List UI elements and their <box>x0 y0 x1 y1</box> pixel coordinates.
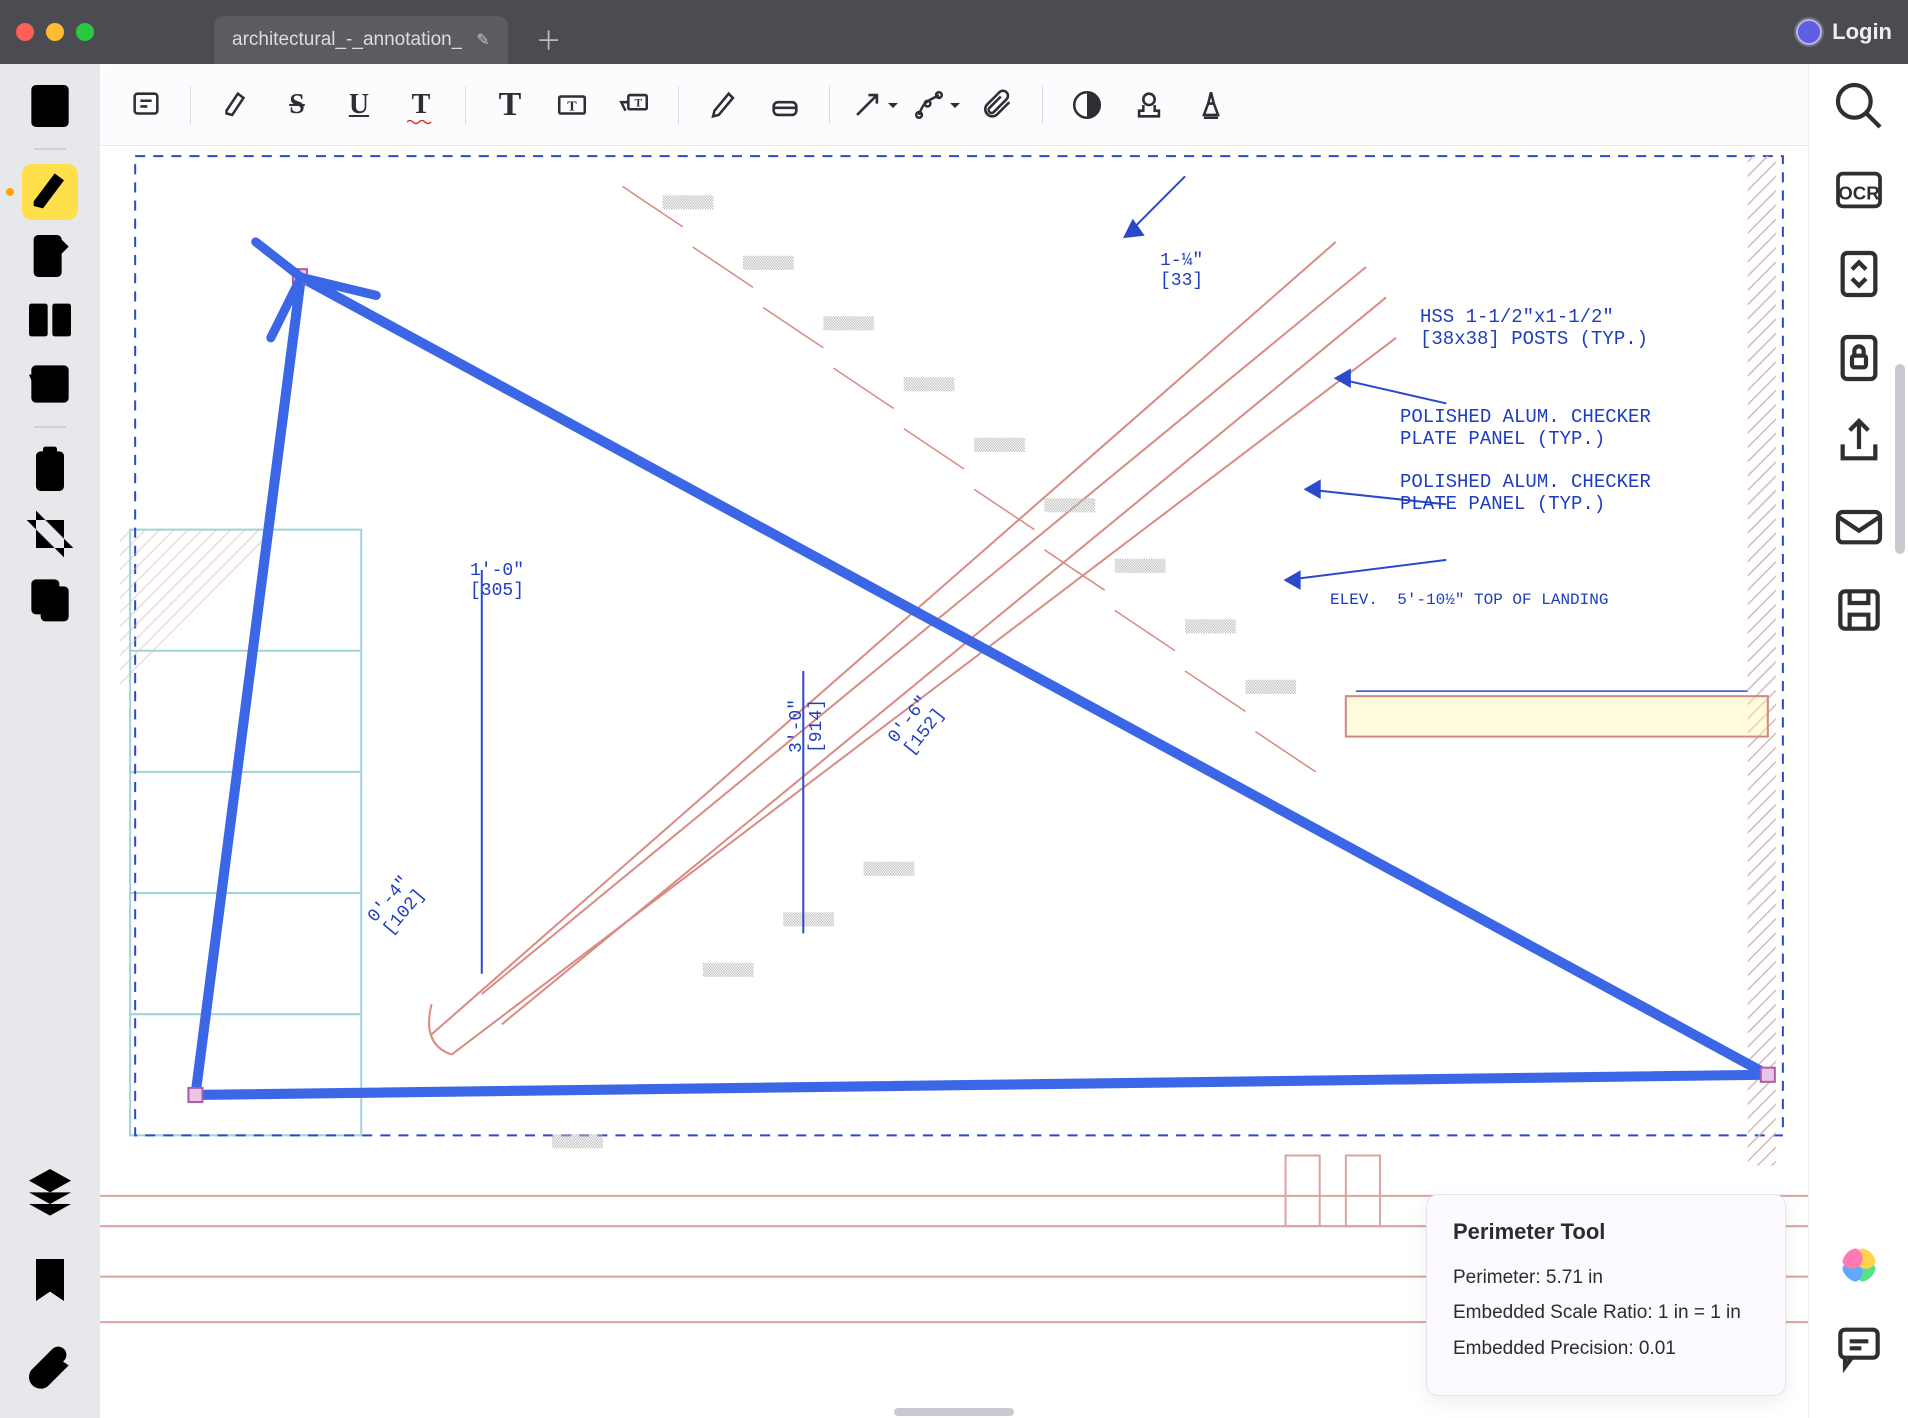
comment-panel-icon[interactable] <box>1831 1318 1887 1374</box>
search-icon[interactable] <box>1831 78 1887 134</box>
strikethrough-icon[interactable]: S <box>269 77 325 133</box>
edit-notes-icon[interactable] <box>22 228 78 284</box>
password-icon[interactable] <box>1831 330 1887 386</box>
annotation-toolbar: S U T T T T <box>100 64 1808 146</box>
login-button[interactable]: Login <box>1796 19 1892 45</box>
user-avatar-icon <box>1796 19 1822 45</box>
save-icon[interactable] <box>1831 582 1887 638</box>
scale-label: Embedded Scale Ratio: <box>1453 1302 1653 1323</box>
precision-label: Embedded Precision: <box>1453 1338 1634 1359</box>
brand-logo[interactable] <box>1842 1248 1876 1282</box>
svg-text:▒▒▒▒▒▒▒: ▒▒▒▒▒▒▒ <box>974 437 1026 452</box>
pen-icon[interactable] <box>695 77 751 133</box>
rail-separator <box>34 148 66 150</box>
stamp-icon[interactable] <box>1121 77 1177 133</box>
svg-text:▒▒▒▒▒▒▒: ▒▒▒▒▒▒▒ <box>1044 497 1096 512</box>
svg-text:▒▒▒▒▒▒▒: ▒▒▒▒▒▒▒ <box>552 1133 604 1148</box>
zoom-window-button[interactable] <box>76 23 94 41</box>
panel-title: Perimeter Tool <box>1453 1219 1759 1245</box>
rail-separator <box>34 426 66 428</box>
squiggly-icon[interactable]: T <box>393 77 449 133</box>
svg-text:▒▒▒▒▒▒▒: ▒▒▒▒▒▒▒ <box>904 376 956 391</box>
ocr-icon[interactable]: OCR <box>1831 162 1887 218</box>
scale-value: 1 in = 1 in <box>1658 1302 1741 1323</box>
titlebar: architectural_-_annotation_ ✎ ＋ Login <box>0 0 1908 64</box>
precision-value: 0.01 <box>1639 1338 1676 1359</box>
crop-icon[interactable] <box>22 506 78 562</box>
svg-text:▒▒▒▒▒▒▒: ▒▒▒▒▒▒▒ <box>663 195 715 210</box>
compare-icon[interactable] <box>22 292 78 348</box>
document-tab[interactable]: architectural_-_annotation_ ✎ <box>214 16 508 64</box>
callout-text-icon[interactable]: T <box>606 77 662 133</box>
elevation-label: ELEV. 5'-10½" TOP OF LANDING <box>1330 591 1608 609</box>
vertical-scrollbar[interactable] <box>1895 364 1905 554</box>
dimension-label: 1'-0" [305] <box>470 561 524 601</box>
document-tab-title: architectural_-_annotation_ <box>232 29 462 51</box>
shape-tool-icon[interactable] <box>908 77 964 133</box>
attach-file-icon[interactable] <box>970 77 1026 133</box>
note-label: POLISHED ALUM. CHECKER PLATE PANEL (TYP.… <box>1400 471 1651 515</box>
layers-icon[interactable] <box>22 1162 78 1218</box>
attachment-icon[interactable] <box>22 1342 78 1398</box>
window-controls <box>16 23 94 41</box>
svg-text:▒▒▒▒▒▒▒: ▒▒▒▒▒▒▒ <box>743 255 795 270</box>
svg-text:T: T <box>634 97 642 109</box>
perimeter-label: Perimeter: <box>1453 1267 1541 1288</box>
clipboard-icon[interactable] <box>22 442 78 498</box>
note-label: HSS 1-1/2"x1-1/2" [38x38] POSTS (TYP.) <box>1420 306 1648 350</box>
svg-text:▒▒▒▒▒▒▒: ▒▒▒▒▒▒▒ <box>783 911 835 926</box>
measurement-info-panel: Perimeter Tool Perimeter: 5.71 in Embedd… <box>1426 1194 1786 1396</box>
reader-mode-icon[interactable] <box>22 356 78 412</box>
close-window-button[interactable] <box>16 23 34 41</box>
mail-icon[interactable] <box>1831 498 1887 554</box>
right-sidebar: OCR <box>1808 64 1908 1418</box>
perimeter-value: 5.71 in <box>1546 1267 1603 1288</box>
text-tool-icon[interactable]: T <box>482 77 538 133</box>
svg-text:▒▒▒▒▒▒▒: ▒▒▒▒▒▒▒ <box>1115 558 1167 573</box>
svg-text:▒▒▒▒▒▒▒: ▒▒▒▒▒▒▒ <box>864 861 916 876</box>
note-icon[interactable] <box>118 77 174 133</box>
note-label: POLISHED ALUM. CHECKER PLATE PANEL (TYP.… <box>1400 406 1651 450</box>
svg-text:T: T <box>567 98 577 114</box>
share-icon[interactable] <box>1831 414 1887 470</box>
new-tab-button[interactable]: ＋ <box>536 21 562 58</box>
minimize-window-button[interactable] <box>46 23 64 41</box>
textbox-icon[interactable]: T <box>544 77 600 133</box>
horizontal-scrollbar[interactable] <box>894 1408 1014 1416</box>
copy-pages-icon[interactable] <box>22 570 78 626</box>
eraser-icon[interactable] <box>757 77 813 133</box>
underline-icon[interactable]: U <box>331 77 387 133</box>
document-canvas[interactable]: ▒▒▒▒▒▒▒ ▒▒▒▒▒▒▒ ▒▒▒▒▒▒▒ ▒▒▒▒▒▒▒ ▒▒▒▒▒▒▒ … <box>100 146 1808 1418</box>
rename-tab-icon[interactable]: ✎ <box>476 30 489 50</box>
dimension-label: 1-¼" [33] <box>1160 251 1203 291</box>
left-sidebar <box>0 64 100 1418</box>
svg-text:▒▒▒▒▒▒▒: ▒▒▒▒▒▒▒ <box>1245 679 1297 694</box>
document-area: S U T T T T <box>100 64 1808 1418</box>
svg-text:▒▒▒▒▒▒▒: ▒▒▒▒▒▒▒ <box>1185 619 1237 634</box>
opacity-icon[interactable] <box>1059 77 1115 133</box>
convert-icon[interactable] <box>1831 246 1887 302</box>
svg-text:▒▒▒▒▒▒▒: ▒▒▒▒▒▒▒ <box>823 316 875 331</box>
dimension-label: 3'-0" [914] <box>787 699 827 753</box>
svg-text:OCR: OCR <box>1838 182 1880 203</box>
thumbnails-icon[interactable] <box>22 78 78 134</box>
signature-icon[interactable] <box>1183 77 1239 133</box>
svg-text:▒▒▒▒▒▒▒: ▒▒▒▒▒▒▒ <box>703 962 755 977</box>
highlight-text-icon[interactable] <box>207 77 263 133</box>
login-label: Login <box>1832 19 1892 45</box>
highlighter-icon[interactable] <box>22 164 78 220</box>
bookmark-icon[interactable] <box>22 1252 78 1308</box>
arrow-tool-icon[interactable] <box>846 77 902 133</box>
